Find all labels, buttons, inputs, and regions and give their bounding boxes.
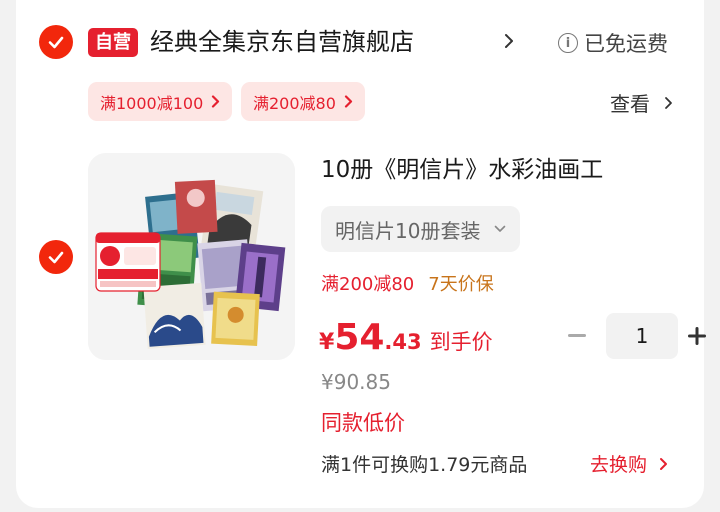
coupon-chip[interactable]: 满200减80 xyxy=(241,82,365,121)
final-price: ¥ 54 .43 到手价 xyxy=(319,318,493,358)
price-currency: ¥ xyxy=(319,330,335,355)
price-protection-tag: 7天价保 xyxy=(428,274,494,295)
price-tag-label: 到手价 xyxy=(429,330,493,354)
original-price: ¥90.85 xyxy=(321,370,391,394)
shop-select-checkbox[interactable] xyxy=(39,25,73,59)
chevron-right-icon xyxy=(212,95,220,108)
info-icon: i xyxy=(558,33,578,53)
coupon-label: 满200减80 xyxy=(253,93,336,113)
coupon-label: 满1000减100 xyxy=(100,93,204,113)
promotion-tags: 满200减80 7天价保 xyxy=(321,270,494,296)
shop-name[interactable]: 经典全集京东自营旗舰店 xyxy=(150,24,414,60)
chevron-right-icon xyxy=(344,95,353,108)
coupon-chip[interactable]: 满1000减100 xyxy=(88,82,233,121)
item-select-checkbox[interactable] xyxy=(39,240,73,274)
shop-cart-card: 自营 经典全集京东自营旗舰店 i 已免运费 满1000减100 满200减80 … xyxy=(16,0,706,508)
quantity-input[interactable]: 1 xyxy=(606,313,678,359)
chevron-right-icon xyxy=(660,457,668,470)
spec-label: 明信片10册套装 xyxy=(335,218,481,243)
price-decimal: .43 xyxy=(384,330,422,354)
self-operated-badge: 自营 xyxy=(88,28,138,57)
decrease-button[interactable] xyxy=(564,323,590,349)
checkmark-icon xyxy=(48,36,64,49)
checkmark-icon xyxy=(48,251,64,264)
product-thumbnail[interactable] xyxy=(88,153,295,360)
increase-button[interactable] xyxy=(684,323,710,349)
exchange-offer-text: 满1件可换购1.79元商品 xyxy=(321,454,528,476)
discount-tag: 满200减80 xyxy=(321,274,415,295)
view-more-label: 查看 xyxy=(610,92,650,116)
chevron-right-icon xyxy=(665,96,672,109)
plus-icon xyxy=(688,327,706,345)
price-integer: 54 xyxy=(334,317,385,358)
exchange-button[interactable]: 去换购 xyxy=(590,450,668,477)
chevron-right-icon[interactable] xyxy=(504,29,520,53)
same-item-low-price-label: 同款低价 xyxy=(321,411,405,435)
exchange-button-label: 去换购 xyxy=(590,454,648,476)
free-shipping-status[interactable]: i 已免运费 xyxy=(558,28,668,58)
postcard-set-image xyxy=(88,153,295,360)
chevron-down-icon xyxy=(495,225,506,232)
minus-icon xyxy=(568,334,586,337)
product-title[interactable]: 10册《明信片》水彩油画工 xyxy=(321,153,681,187)
quantity-stepper: 1 xyxy=(564,313,710,359)
view-more-link[interactable]: 查看 xyxy=(610,88,673,117)
spec-selector[interactable]: 明信片10册套装 xyxy=(321,206,521,252)
free-shipping-label: 已免运费 xyxy=(584,32,668,56)
promo-badge xyxy=(95,232,161,292)
